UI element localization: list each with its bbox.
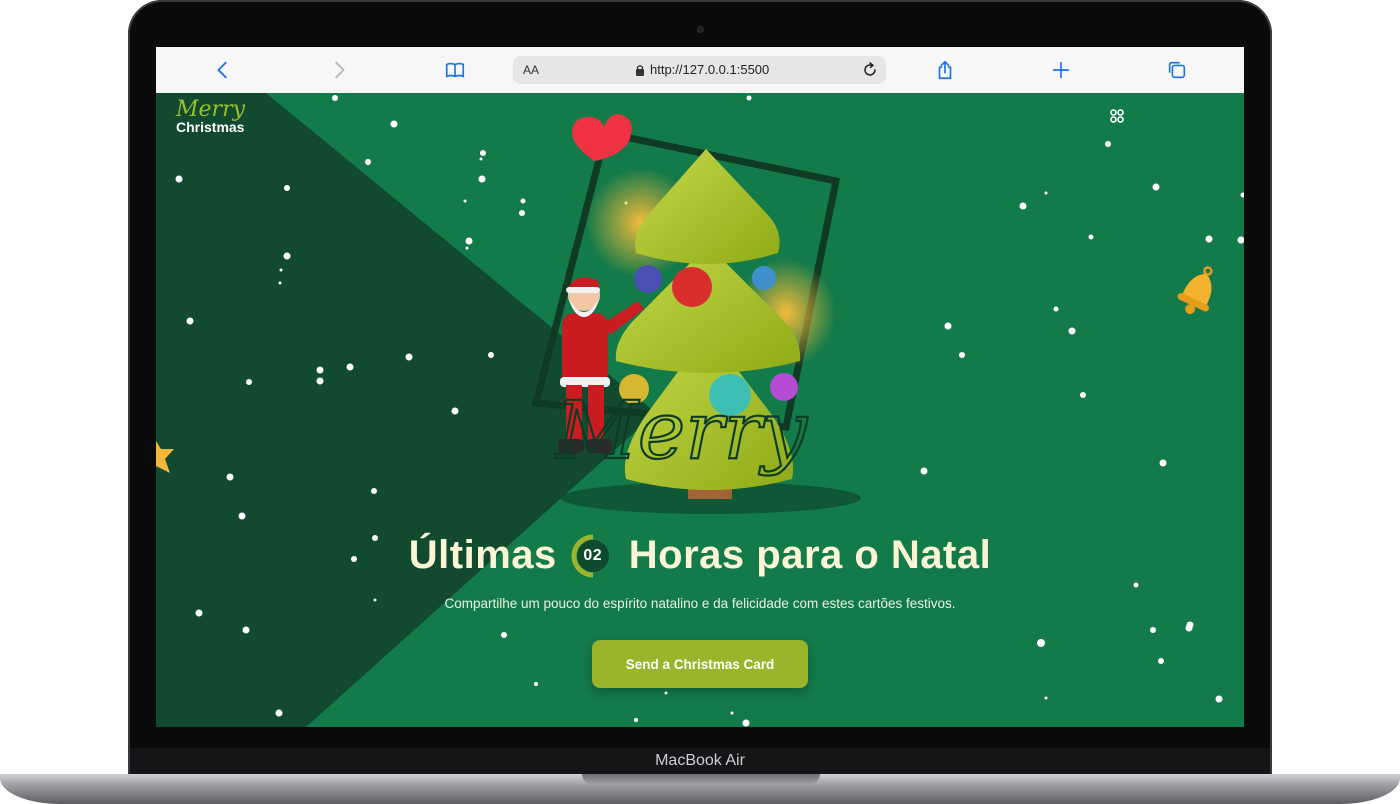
share-icon[interactable] xyxy=(932,57,958,83)
forward-icon[interactable] xyxy=(326,57,352,83)
menu-icon[interactable] xyxy=(1110,109,1124,123)
star-icon xyxy=(156,441,174,473)
christmas-tree-illustration: Merry xyxy=(531,114,861,514)
new-tab-icon[interactable] xyxy=(1048,57,1074,83)
browser-toolbar: AA http://127.0.0.1:5500 xyxy=(156,47,1244,94)
camera xyxy=(697,26,704,33)
tabs-icon[interactable] xyxy=(1164,57,1190,83)
reload-icon[interactable] xyxy=(860,60,880,80)
logo-word: Christmas xyxy=(176,119,245,135)
hero-title: Últimas 02 Horas para o Natal xyxy=(156,533,1244,578)
bell-icon xyxy=(1177,266,1213,315)
site-logo[interactable]: Merry Christmas xyxy=(176,97,246,136)
laptop-notch xyxy=(582,774,820,784)
web-page: Merry Christmas Merry Últimas 02 Horas p… xyxy=(156,93,1244,727)
url-display[interactable]: http://127.0.0.1:5500 xyxy=(635,62,769,77)
lock-icon xyxy=(636,64,644,76)
text-size-button[interactable]: AA xyxy=(523,63,539,77)
device-label: MacBook Air xyxy=(655,752,745,769)
bookmarks-icon[interactable] xyxy=(442,57,468,83)
hero-subtitle: Compartilhe um pouco do espírito natalin… xyxy=(444,596,956,611)
title-suffix: Horas para o Natal xyxy=(628,533,992,577)
hours-countdown: 02 xyxy=(571,534,615,578)
screen: AA http://127.0.0.1:5500 Merry Christmas… xyxy=(156,47,1244,727)
merry-script: Merry xyxy=(554,384,809,477)
countdown-value: 02 xyxy=(583,546,603,564)
back-icon[interactable] xyxy=(210,57,236,83)
title-prefix: Últimas xyxy=(408,533,557,577)
url-text: http://127.0.0.1:5500 xyxy=(650,62,770,77)
address-bar[interactable]: AA http://127.0.0.1:5500 xyxy=(513,56,886,84)
logo-script: Merry xyxy=(176,97,246,122)
send-card-button[interactable]: Send a Christmas Card xyxy=(592,640,808,688)
